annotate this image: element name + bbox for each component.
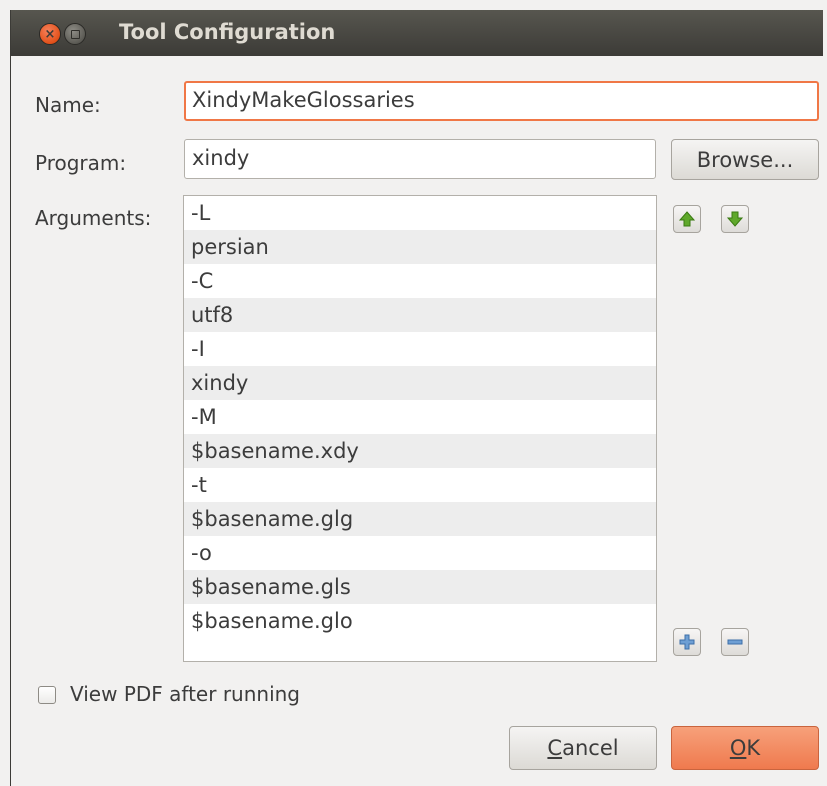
list-item[interactable]: $basename.gls [184,570,656,604]
remove-icon [727,639,743,645]
ok-label-rest: K [746,736,761,760]
list-item[interactable]: $basename.glo [184,604,656,638]
remove-argument-button[interactable] [721,628,749,656]
list-item[interactable]: xindy [184,366,656,400]
list-item[interactable]: $basename.xdy [184,434,656,468]
window-title: Tool Configuration [119,20,336,44]
list-item[interactable]: -L [184,196,656,230]
view-pdf-label[interactable]: View PDF after running [70,682,300,706]
list-item[interactable]: -o [184,536,656,570]
cancel-button[interactable]: Cancel [509,726,657,770]
move-up-icon [678,211,696,227]
title-bar[interactable]: × Tool Configuration [11,10,823,56]
move-down-button[interactable] [721,205,749,233]
list-item[interactable]: utf8 [184,298,656,332]
move-up-button[interactable] [673,205,701,233]
list-item[interactable]: $basename.glg [184,502,656,536]
name-label: Name: [35,93,101,117]
cancel-mnemonic: C [547,736,563,760]
maximize-icon[interactable] [64,23,86,45]
name-input[interactable]: XindyMakeGlossaries [184,81,819,121]
browse-button[interactable]: Browse... [671,139,819,180]
add-icon [679,634,695,650]
program-input[interactable]: xindy [184,139,656,179]
tool-configuration-dialog: × Tool Configuration Name: XindyMakeGlos… [10,10,823,786]
cancel-label-rest: ancel [562,736,619,760]
close-icon[interactable]: × [39,23,61,45]
arguments-list[interactable]: -L persian -C utf8 -I xindy -M $basename… [183,195,657,662]
view-pdf-checkbox[interactable] [38,686,56,704]
list-item[interactable]: -I [184,332,656,366]
list-item[interactable]: persian [184,230,656,264]
list-item[interactable]: -t [184,468,656,502]
arguments-label: Arguments: [35,206,152,230]
ok-button[interactable]: OK [671,726,819,770]
list-item[interactable]: -M [184,400,656,434]
program-label: Program: [35,151,127,175]
list-item[interactable]: -C [184,264,656,298]
move-down-icon [726,211,744,227]
add-argument-button[interactable] [673,628,701,656]
ok-mnemonic: O [729,736,747,760]
